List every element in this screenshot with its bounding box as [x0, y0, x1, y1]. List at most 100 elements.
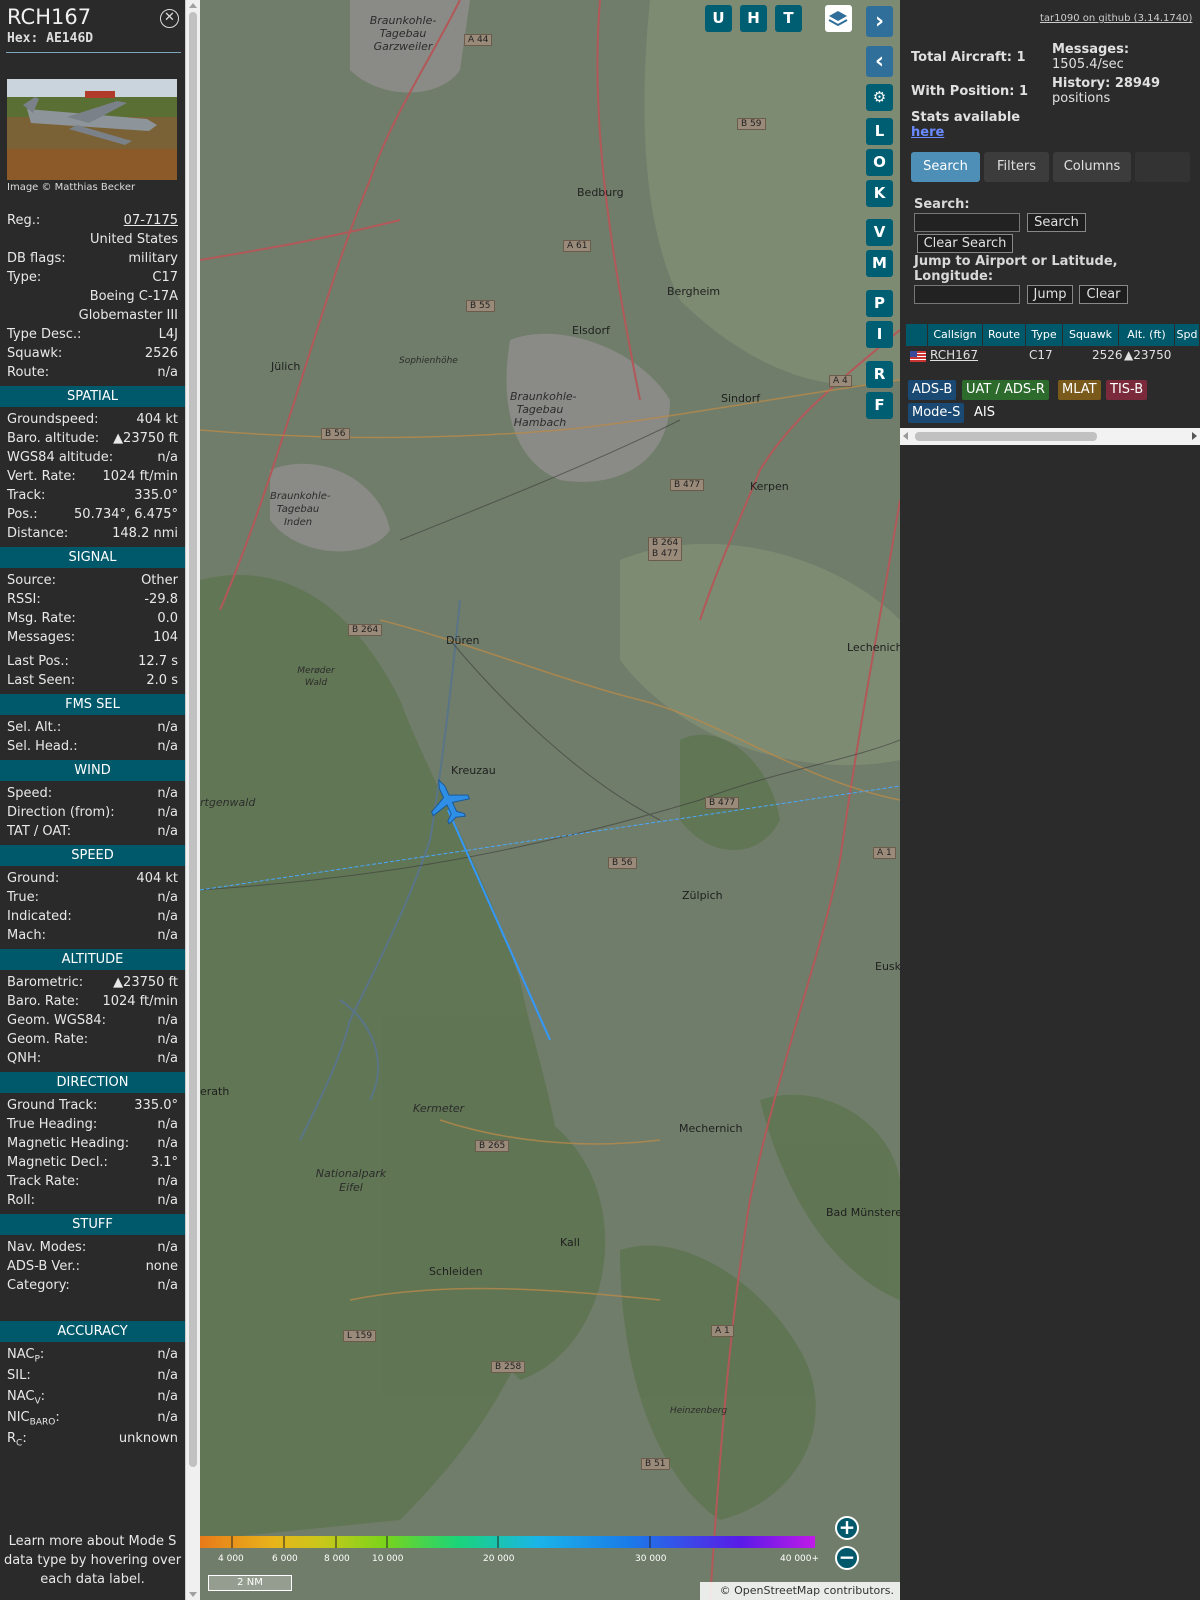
detail-row: WGS84 altitude: n/a: [7, 450, 178, 469]
chevron-left-icon[interactable]: ‹: [866, 46, 893, 77]
stats-link[interactable]: here: [911, 125, 944, 140]
detail-row: Track: 335.0°: [7, 488, 178, 507]
tab-columns[interactable]: Columns: [1053, 152, 1131, 182]
map-button-i[interactable]: I: [866, 321, 893, 348]
map-button-r[interactable]: R: [866, 361, 893, 388]
jump-button[interactable]: Jump: [1027, 285, 1073, 304]
map-place: rtgenwald: [200, 796, 256, 809]
section-header: ALTITUDE: [0, 949, 185, 970]
aircraft-details-sidebar: RCH167 Hex: AE146D ✕ Image © Matthias Be…: [0, 0, 185, 1600]
map-place: Elsdorf: [572, 324, 610, 337]
column-header-type[interactable]: Type: [1026, 324, 1063, 346]
detail-value: n/a: [157, 1032, 178, 1047]
column-header-flag[interactable]: [906, 324, 928, 346]
scroll-right-icon[interactable]: [1192, 432, 1197, 440]
sidebar-scrollbar[interactable]: [185, 0, 200, 1600]
map-button-v[interactable]: V: [866, 219, 893, 246]
scroll-up-icon[interactable]: [189, 3, 197, 8]
scroll-down-icon[interactable]: [189, 1592, 197, 1597]
map-button-p[interactable]: P: [866, 290, 893, 317]
detail-row: DB flags: military: [7, 251, 178, 270]
hscroll-thumb[interactable]: [915, 432, 1097, 441]
detail-row: True Heading: n/a: [7, 1117, 178, 1136]
jump-input[interactable]: [914, 285, 1020, 304]
source-tisb[interactable]: TIS-B: [1106, 380, 1148, 400]
detail-row: Baro. altitude: ▲23750 ft: [7, 431, 178, 450]
detail-label: ADS-B Ver.:: [7, 1259, 80, 1274]
detail-value: 0.0: [157, 611, 178, 626]
detail-row: Direction (from): n/a: [7, 805, 178, 824]
map-place: Braunkohle-Tagebau Hambach: [510, 390, 577, 429]
learn-more-text: Learn more about Mode S data type by hov…: [3, 1534, 182, 1587]
map-button-l[interactable]: L: [866, 118, 893, 145]
close-icon[interactable]: ✕: [160, 9, 179, 28]
zoom-in-icon[interactable]: +: [835, 1516, 859, 1540]
section-header: FMS SEL: [0, 694, 185, 715]
chevron-right-icon[interactable]: ›: [866, 6, 893, 37]
map-attribution: © OpenStreetMap contributors.: [700, 1582, 900, 1600]
map-button-h[interactable]: H: [740, 5, 767, 32]
aircraft-photo[interactable]: [7, 79, 177, 180]
column-header-speed[interactable]: Spd: [1175, 324, 1200, 346]
detail-label: Pos.:: [7, 507, 38, 522]
road-label: B 51: [641, 1458, 670, 1470]
stats-available: Stats available: [911, 110, 1021, 125]
layers-icon[interactable]: [825, 5, 852, 32]
table-horizontal-scrollbar[interactable]: [900, 428, 1200, 445]
map-button-t[interactable]: T: [775, 5, 802, 32]
row-altitude: ▲23750: [1124, 348, 1172, 362]
map-place: Kall: [560, 1236, 580, 1249]
road-label: B 265: [475, 1140, 510, 1152]
detail-value: n/a: [157, 1347, 178, 1362]
scrollbar-thumb[interactable]: [189, 12, 197, 1467]
tab-extra[interactable]: [1135, 152, 1190, 182]
source-adsb[interactable]: ADS-B: [908, 380, 957, 400]
map-view[interactable]: Braunkohle-Tagebau Garzweiler Bedburg Be…: [200, 0, 900, 1600]
clear-search-button[interactable]: Clear Search: [917, 234, 1013, 253]
column-header-altitude[interactable]: Alt. (ft): [1119, 324, 1175, 346]
map-place: Nationalpark Eifel: [315, 1167, 387, 1194]
detail-value: Boeing C-17A: [89, 289, 178, 304]
source-ais[interactable]: AIS: [970, 403, 999, 423]
source-uat[interactable]: UAT / ADS-R: [962, 380, 1049, 400]
detail-row: Vert. Rate: 1024 ft/min: [7, 469, 178, 488]
scroll-left-icon[interactable]: [903, 432, 908, 440]
detail-value: n/a: [157, 909, 178, 924]
detail-value: military: [128, 251, 178, 266]
detail-row: Type Desc.: L4J: [7, 327, 178, 346]
detail-row: Source: Other: [7, 573, 178, 592]
map-button-m[interactable]: M: [866, 250, 893, 277]
detail-value: n/a: [157, 928, 178, 943]
clear-button[interactable]: Clear: [1079, 285, 1128, 304]
column-header-callsign[interactable]: Callsign: [928, 324, 983, 346]
detail-label: Type:: [7, 270, 42, 285]
detail-label: Category:: [7, 1278, 70, 1293]
search-input[interactable]: [914, 213, 1020, 232]
detail-label: Distance:: [7, 526, 69, 541]
zoom-out-icon[interactable]: −: [835, 1546, 859, 1570]
detail-row: Track Rate: n/a: [7, 1174, 178, 1193]
detail-value[interactable]: 07-7175: [124, 213, 178, 228]
detail-label: Roll:: [7, 1193, 36, 1208]
settings-gear-icon[interactable]: ⚙: [866, 84, 893, 111]
source-modes[interactable]: Mode-S: [908, 403, 965, 423]
detail-value: n/a: [157, 1051, 178, 1066]
tab-search[interactable]: Search: [911, 152, 980, 182]
map-button-u[interactable]: U: [705, 5, 732, 32]
tab-filters[interactable]: Filters: [984, 152, 1049, 182]
github-link[interactable]: tar1090 on github (3.14.1740): [1040, 13, 1192, 24]
detail-label: Barometric:: [7, 975, 84, 990]
map-button-k[interactable]: K: [866, 180, 893, 207]
detail-label: Track Rate:: [7, 1174, 80, 1189]
detail-row: QNH: n/a: [7, 1051, 178, 1070]
detail-value: none: [145, 1259, 178, 1274]
search-button[interactable]: Search: [1027, 213, 1086, 232]
row-callsign[interactable]: RCH167: [930, 348, 978, 362]
section-header: WIND: [0, 760, 185, 781]
source-mlat[interactable]: MLAT: [1058, 380, 1101, 400]
column-header-squawk[interactable]: Squawk: [1063, 324, 1119, 346]
map-button-o[interactable]: O: [866, 149, 893, 176]
legend-label: 6 000: [272, 1554, 298, 1564]
map-button-f[interactable]: F: [866, 392, 893, 419]
column-header-route[interactable]: Route: [983, 324, 1026, 346]
